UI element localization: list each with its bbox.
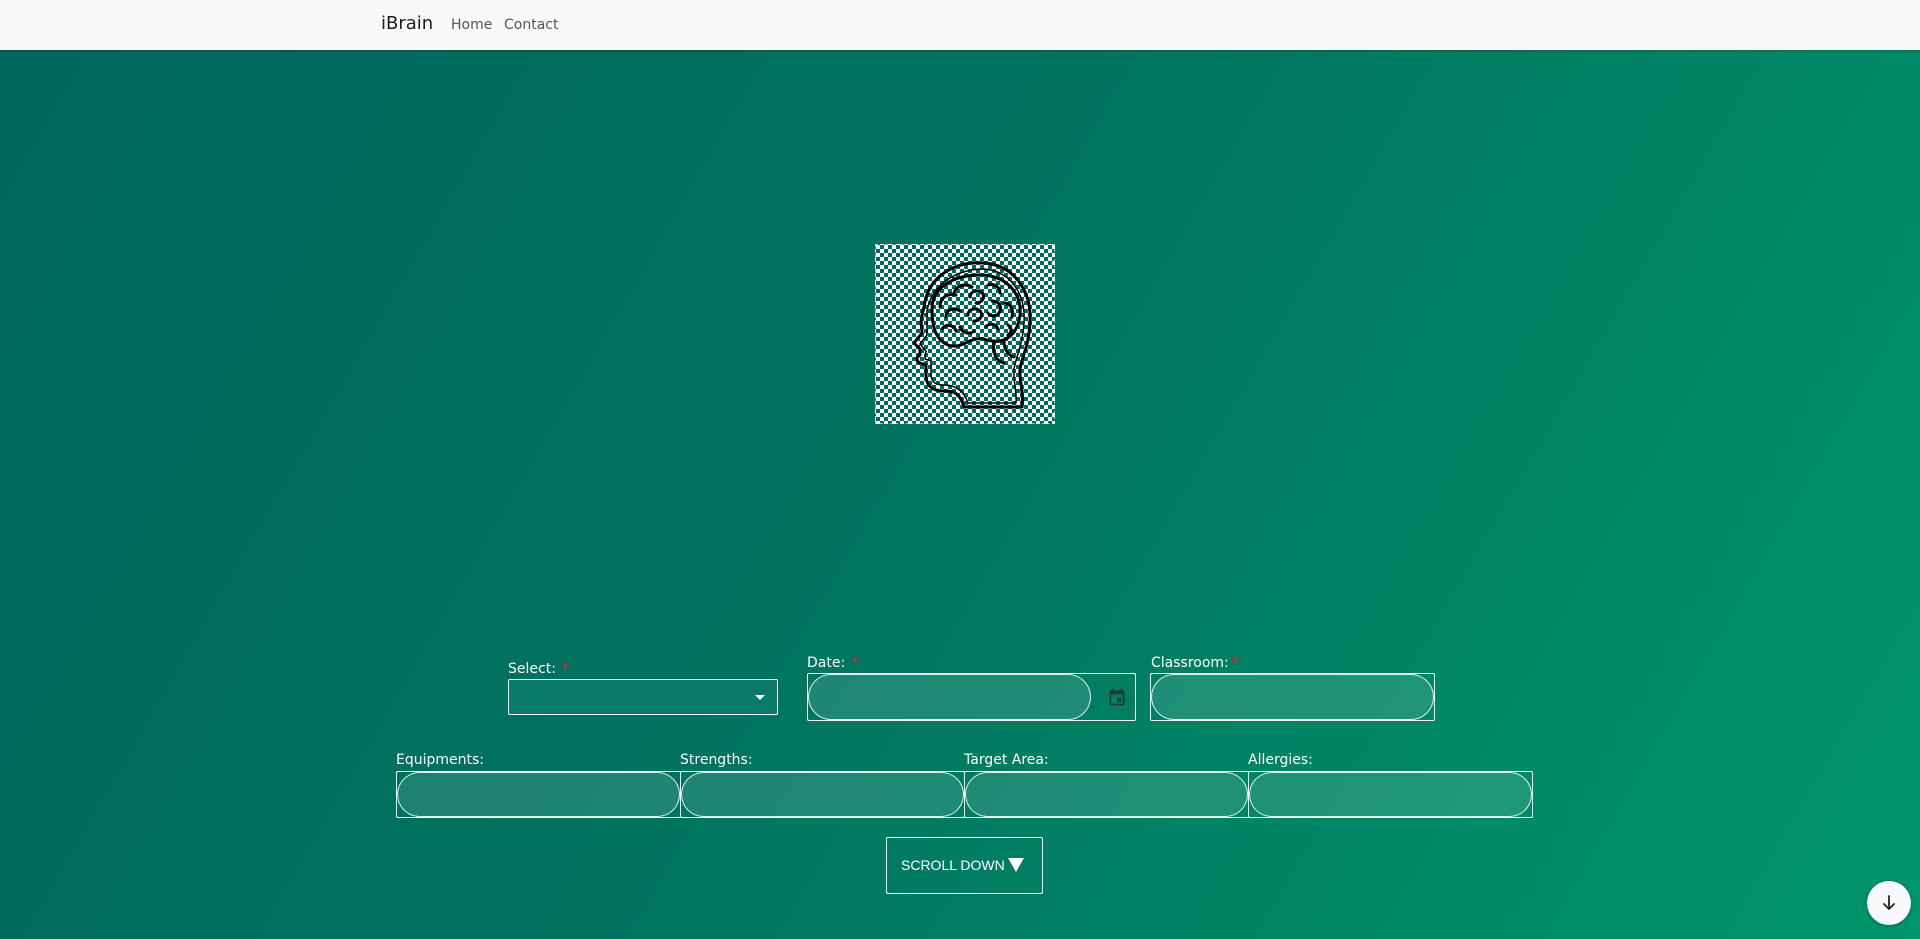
strengths-label: Strengths:	[680, 752, 753, 768]
select-label: Select: *	[508, 661, 569, 677]
target-area-label: Target Area:	[964, 752, 1049, 768]
required-mark: *	[1231, 655, 1239, 671]
nav-home-link[interactable]: Home	[451, 17, 492, 33]
triangle-down-icon	[1008, 858, 1024, 872]
nav-contact-link[interactable]: Contact	[504, 17, 558, 33]
strengths-input[interactable]	[681, 772, 964, 817]
arrow-down-icon	[1883, 895, 1895, 910]
brain-logo-image	[875, 244, 1055, 424]
scroll-bottom-fab[interactable]	[1867, 881, 1911, 925]
scroll-down-label: SCROLL DOWN	[901, 857, 1005, 873]
target-area-input[interactable]	[965, 772, 1248, 817]
select-dropdown[interactable]	[508, 679, 778, 715]
required-mark: *	[561, 661, 569, 677]
allergies-input[interactable]	[1249, 772, 1532, 817]
date-label: Date: *	[807, 655, 859, 671]
classroom-label: Classroom: *	[1151, 655, 1239, 671]
calendar-icon[interactable]	[1107, 687, 1127, 707]
brand-link[interactable]: iBrain	[381, 13, 433, 34]
scroll-down-button[interactable]: SCROLL DOWN	[886, 837, 1043, 894]
equipments-input[interactable]	[397, 772, 680, 817]
equipments-label: Equipments:	[396, 752, 485, 768]
human-head-brain-icon	[912, 261, 1032, 409]
navbar: iBrain Home Contact	[0, 0, 1920, 50]
date-input[interactable]	[808, 674, 1091, 720]
caret-down-icon	[755, 695, 765, 700]
allergies-label: Allergies:	[1248, 752, 1313, 768]
classroom-input[interactable]	[1151, 674, 1434, 720]
required-mark: *	[851, 655, 859, 671]
